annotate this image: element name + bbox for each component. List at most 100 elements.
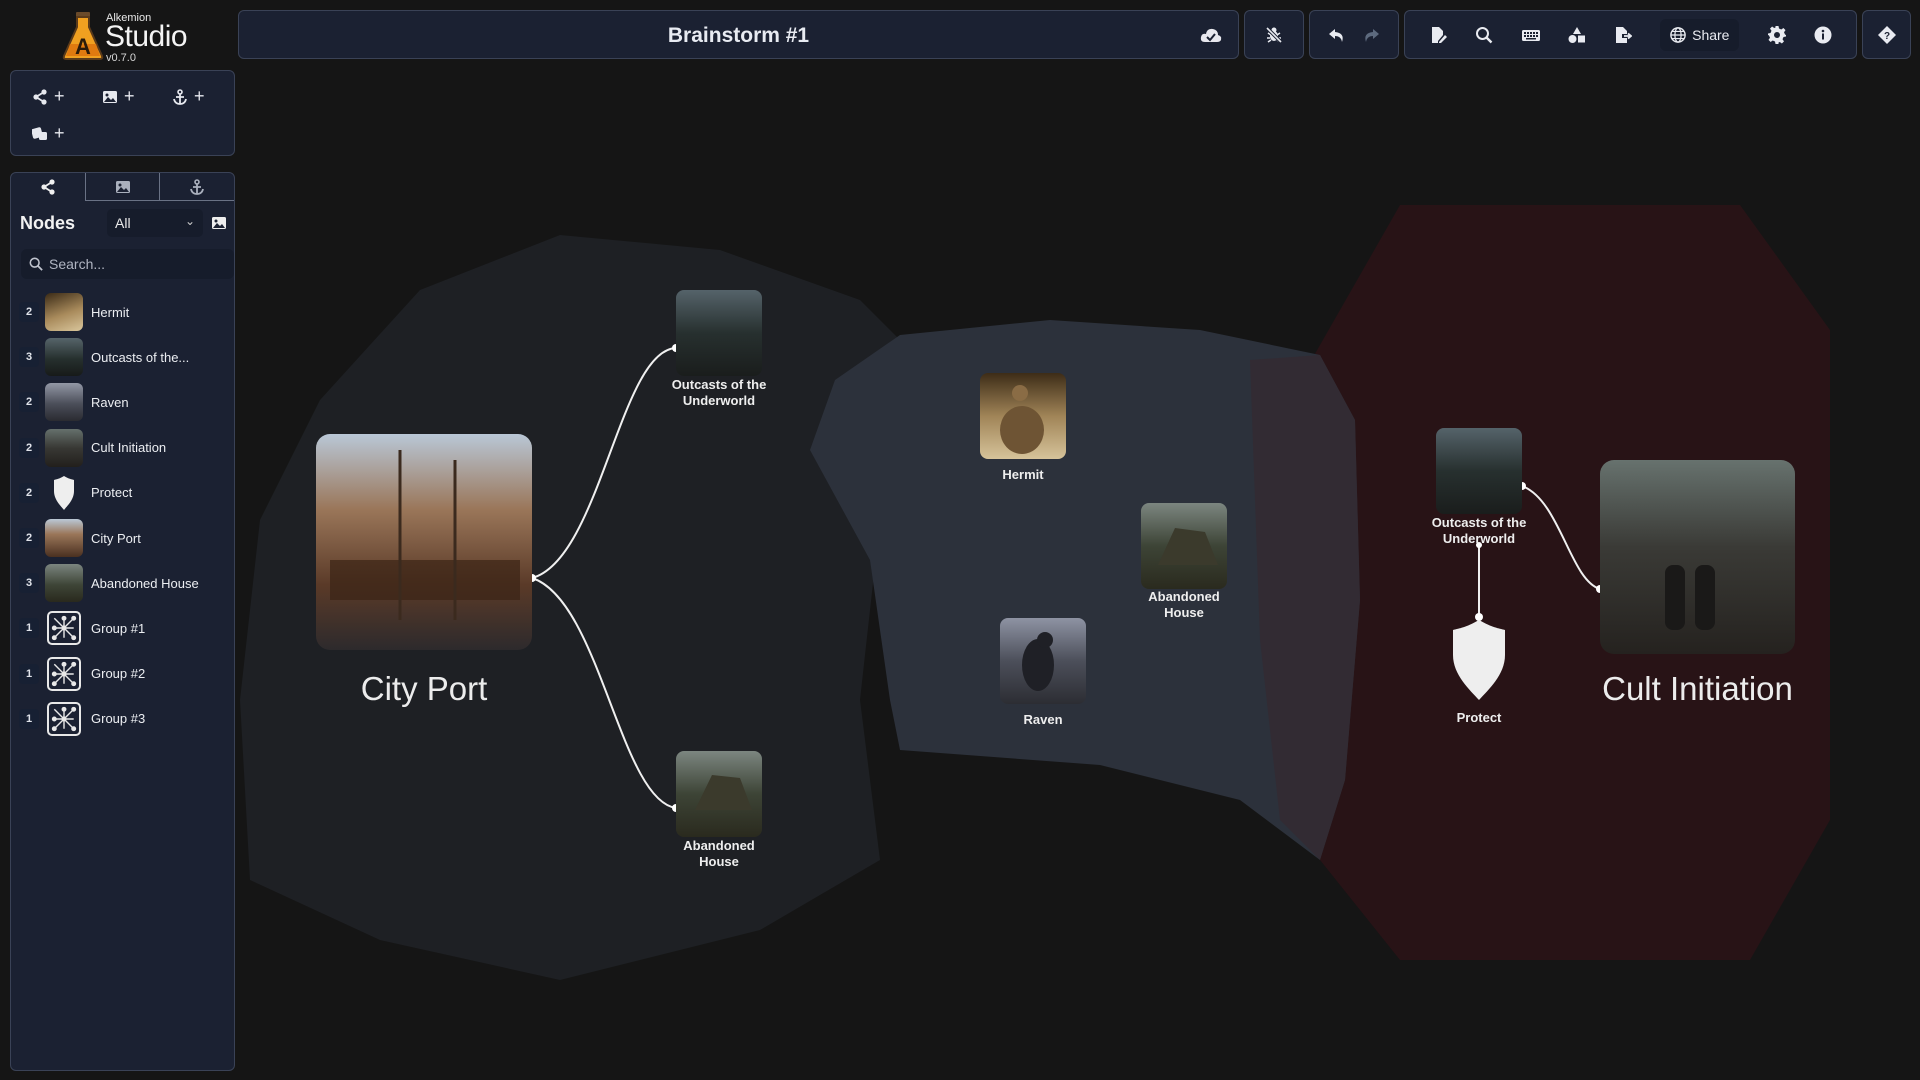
node-raven-image[interactable] [1000, 618, 1086, 704]
sidebar-tabs [11, 173, 235, 201]
list-item-label: Outcasts of the... [91, 349, 190, 365]
add-random-button[interactable]: + [32, 123, 65, 144]
chevron-down-icon: ⌄ [184, 214, 195, 228]
app-version: v0.7.0 [106, 52, 136, 64]
export-button[interactable] [1614, 26, 1632, 44]
anchor-icon [190, 178, 205, 195]
connection-count-badge: 3 [19, 573, 39, 594]
list-item[interactable]: 1 Group #3 [19, 698, 229, 740]
list-item-label: Hermit [91, 304, 130, 320]
file-export-icon [1615, 26, 1632, 43]
node-outcasts-right-image[interactable] [1436, 428, 1522, 514]
cloud-check-icon[interactable] [1200, 25, 1222, 45]
node-house-mid-label: Abandoned House [1114, 589, 1254, 621]
add-node-button[interactable]: + [32, 86, 65, 107]
nodes-heading: Nodes [20, 213, 76, 233]
list-item-label: Protect [91, 485, 133, 501]
undo-icon [1329, 28, 1343, 42]
node-house-mid-image[interactable] [1141, 503, 1227, 589]
globe-icon [1670, 26, 1686, 43]
debug-toggle-button[interactable] [1265, 26, 1283, 44]
house-thumbnail [45, 564, 83, 603]
node-house-left-label: Abandoned House [650, 838, 788, 870]
bug-slash-icon [1265, 26, 1283, 43]
list-item-label: Cult Initiation [91, 440, 167, 456]
node-city-port-label: City Port [360, 670, 488, 707]
dice-icon [32, 126, 47, 140]
info-button[interactable] [1814, 26, 1832, 44]
filter-value: All [115, 215, 131, 231]
label-line: House [699, 854, 739, 869]
label-line: Abandoned [1148, 589, 1220, 604]
file-edit-icon [1432, 26, 1448, 43]
list-item[interactable]: 2 Cult Initiation [19, 427, 229, 469]
node-filter-select[interactable]: All ⌄ [107, 209, 203, 237]
svg-text:?: ? [1883, 31, 1889, 42]
history-toolbar [1309, 10, 1399, 59]
image-icon [115, 180, 130, 193]
add-image-button[interactable]: + [102, 86, 135, 107]
list-item[interactable]: 3 Outcasts of the... [19, 336, 229, 378]
node-hermit-image[interactable] [980, 373, 1066, 459]
group-icon [47, 701, 81, 736]
keyboard-shortcuts-button[interactable] [1521, 26, 1540, 44]
search-box [21, 249, 234, 279]
search-button[interactable] [1475, 26, 1493, 44]
label-line: Abandoned [683, 838, 755, 853]
node-outcasts-right-label: Outcasts of the Underworld [1409, 515, 1549, 547]
list-item[interactable]: 1 Group #1 [19, 607, 229, 649]
debug-toolbar [1244, 10, 1304, 59]
label-line: House [1164, 605, 1204, 620]
info-icon [1814, 26, 1832, 43]
edge-handle[interactable] [1475, 613, 1483, 621]
list-item[interactable]: 2 Protect [19, 472, 229, 514]
brand-big: Studio [105, 20, 188, 53]
redo-icon [1365, 28, 1379, 42]
help-button[interactable]: ? [1877, 25, 1896, 44]
node-house-left-image[interactable] [676, 751, 762, 837]
group-icon [47, 656, 81, 691]
list-item-label: Group #1 [91, 620, 146, 636]
list-item[interactable]: 2 City Port [19, 517, 229, 559]
list-item[interactable]: 2 Raven [19, 381, 229, 423]
image-icon [103, 90, 117, 103]
plus-label: + [54, 123, 65, 143]
raven-thumbnail [45, 383, 83, 422]
node-cult-initiation-image[interactable] [1600, 460, 1795, 654]
tab-nodes[interactable] [11, 173, 85, 201]
shield-icon [54, 475, 74, 510]
canvas[interactable] [0, 0, 1920, 1080]
label-line: Outcasts of the [671, 377, 767, 392]
sidebar: Nodes All ⌄ 2 Hermit 3 Outcasts of the... 2 R… [10, 172, 235, 1071]
list-item[interactable]: 1 Group #2 [19, 653, 229, 695]
label-line: Outcasts of the [1431, 515, 1527, 530]
connection-count-badge: 2 [19, 437, 39, 458]
tab-images[interactable] [84, 173, 160, 201]
edit-document-button[interactable] [1429, 26, 1448, 44]
node-city-port-image[interactable] [316, 434, 532, 650]
undo-button[interactable] [1328, 26, 1346, 44]
image-filter-icon[interactable] [211, 215, 227, 231]
page-title[interactable]: Brainstorm #1 [239, 24, 1238, 48]
label-line: Underworld [1442, 531, 1516, 546]
node-protect-label: Protect [1456, 710, 1502, 725]
list-item-label: Raven [91, 394, 129, 410]
connection-count-badge: 2 [19, 482, 39, 503]
list-item[interactable]: 3 Abandoned House [19, 562, 229, 604]
list-item[interactable]: 2 Hermit [19, 291, 229, 333]
redo-button[interactable] [1362, 26, 1380, 44]
shapes-button[interactable] [1568, 26, 1586, 44]
node-outcasts-left-image[interactable] [676, 290, 762, 376]
help-toolbar: ? [1862, 10, 1911, 59]
hermit-thumbnail [45, 293, 83, 331]
node-hermit-label: Hermit [1002, 467, 1044, 482]
tab-anchors[interactable] [159, 173, 235, 201]
node-cult-initiation-label: Cult Initiation [1602, 670, 1793, 707]
settings-button[interactable] [1767, 25, 1786, 44]
search-input[interactable] [49, 249, 229, 279]
plus-label: + [194, 86, 205, 106]
anchor-icon [173, 88, 187, 105]
share-button[interactable]: Share [1660, 18, 1740, 51]
add-anchor-button[interactable]: + [172, 86, 205, 107]
share-label: Share [1692, 26, 1730, 43]
